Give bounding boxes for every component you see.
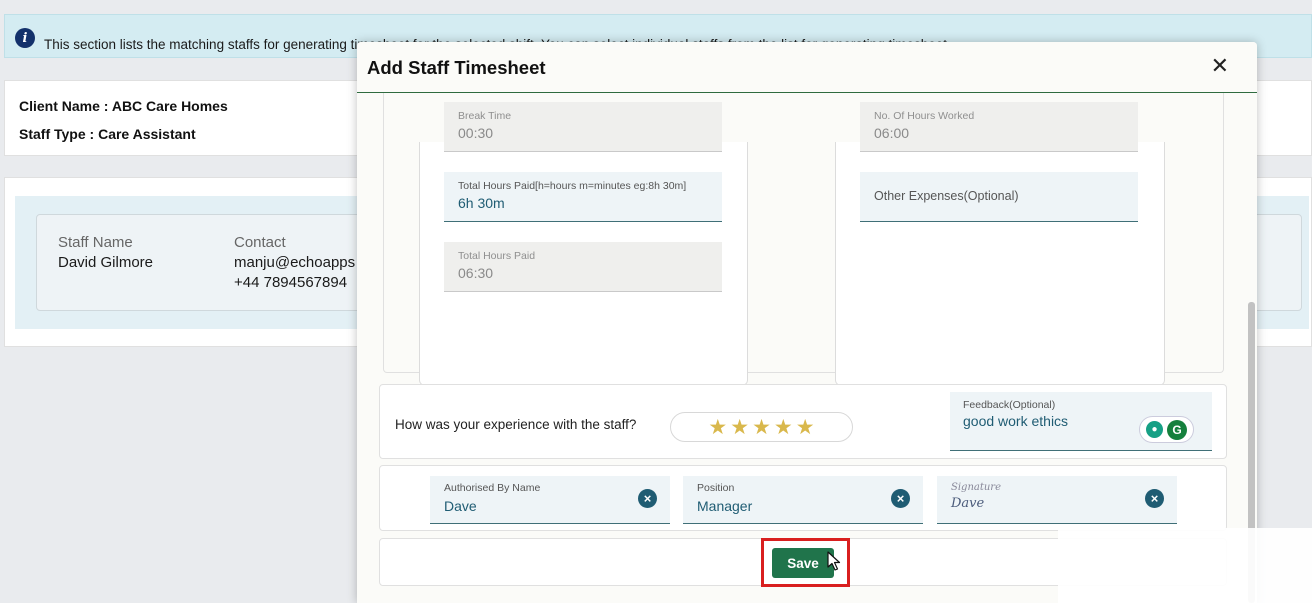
rating-question: How was your experience with the staff? — [395, 417, 637, 432]
authorised-by-name-label: Authorised By Name — [444, 482, 541, 494]
total-hours-paid-input-value: 6h 30m — [458, 195, 505, 211]
lightbulb-icon[interactable]: ● — [1146, 421, 1163, 438]
total-hours-paid-input[interactable]: Total Hours Paid[h=hours m=minutes eg:8h… — [444, 172, 722, 222]
hours-worked-value: 06:00 — [874, 125, 910, 141]
signature-label: Signature — [951, 482, 1002, 493]
star-icon[interactable]: ★ — [752, 417, 771, 438]
break-time-value: 00:30 — [458, 125, 494, 141]
authorisation-section: Authorised By Name Dave × Position Manag… — [379, 465, 1227, 531]
clear-icon[interactable]: × — [891, 489, 910, 508]
modal-header: Add Staff Timesheet ✕ — [357, 42, 1257, 93]
star-icon[interactable]: ★ — [708, 417, 727, 438]
close-icon[interactable]: ✕ — [1211, 55, 1229, 77]
contact-phone: +44 7894567894 — [234, 274, 348, 291]
mouse-cursor-icon — [827, 551, 841, 571]
staff-name-column: Staff Name David Gilmore — [58, 233, 153, 273]
total-hours-paid-label: Total Hours Paid — [458, 250, 536, 262]
total-hours-paid-value: 06:30 — [458, 265, 494, 281]
rating-section: How was your experience with the staff? … — [379, 384, 1227, 459]
star-icon[interactable]: ★ — [774, 417, 793, 438]
hours-worked-field: No. Of Hours Worked 06:00 — [860, 102, 1138, 152]
star-icon[interactable]: ★ — [796, 417, 815, 438]
modal-title: Add Staff Timesheet — [367, 57, 546, 78]
contact-label: Contact — [234, 234, 286, 251]
total-hours-paid-field: Total Hours Paid 06:30 — [444, 242, 722, 292]
save-button[interactable]: Save — [772, 548, 834, 578]
authorised-by-name-value: Dave — [444, 498, 477, 514]
position-value: Manager — [697, 498, 753, 514]
staff-name-value: David Gilmore — [58, 254, 154, 271]
break-time-label: Break Time — [458, 110, 512, 122]
contact-column: Contact manju@echoapps +44 7894567894 — [234, 233, 355, 293]
position-label: Position — [697, 482, 735, 494]
clear-icon[interactable]: × — [1145, 489, 1164, 508]
faded-overlay — [1058, 528, 1312, 603]
feedback-input[interactable]: Feedback(Optional) good work ethics ● G — [950, 392, 1212, 451]
other-expenses-input[interactable]: Other Expenses(Optional) — [860, 172, 1138, 222]
clear-icon[interactable]: × — [638, 489, 657, 508]
feedback-label: Feedback(Optional) — [963, 399, 1056, 411]
signature-value: Dave — [951, 496, 985, 511]
authorised-by-name-input[interactable]: Authorised By Name Dave × — [430, 476, 670, 524]
signature-input[interactable]: Signature Dave × — [937, 476, 1177, 524]
add-staff-timesheet-modal: Break Time 00:30 No. Of Hours Worked 06:… — [357, 42, 1257, 603]
star-rating[interactable]: ★ ★ ★ ★ ★ — [670, 412, 853, 442]
info-icon: i — [15, 28, 35, 48]
staff-name-label: Staff Name — [58, 234, 133, 251]
grammarly-icon[interactable]: G — [1167, 419, 1187, 440]
hours-worked-label: No. Of Hours Worked — [874, 110, 975, 122]
break-time-field: Break Time 00:30 — [444, 102, 722, 152]
contact-email: manju@echoapps — [234, 254, 356, 271]
star-icon[interactable]: ★ — [730, 417, 749, 438]
total-hours-paid-input-label: Total Hours Paid[h=hours m=minutes eg:8h… — [458, 180, 687, 192]
writing-assistant-widget[interactable]: ● G — [1139, 416, 1194, 443]
position-input[interactable]: Position Manager × — [683, 476, 923, 524]
other-expenses-placeholder: Other Expenses(Optional) — [874, 189, 1019, 203]
feedback-value: good work ethics — [963, 413, 1069, 429]
